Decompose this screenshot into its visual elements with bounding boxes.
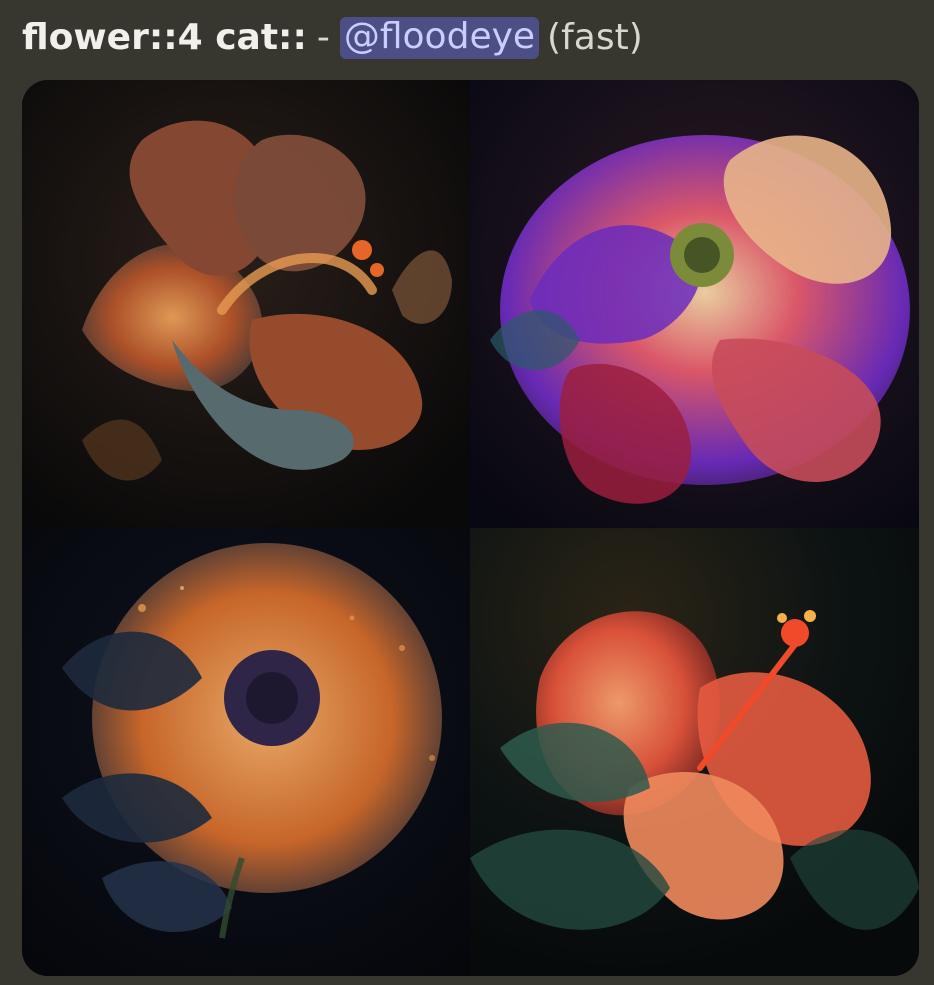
flower-image-1[interactable] — [22, 80, 470, 528]
flower-image-4[interactable] — [470, 528, 919, 976]
separator-text: - — [316, 17, 330, 58]
generation-mode: (fast) — [547, 17, 643, 58]
message-header: flower::4 cat:: - @floodeye (fast) — [22, 8, 643, 68]
prompt-text: flower::4 cat:: — [22, 17, 307, 58]
user-mention[interactable]: @floodeye — [339, 17, 540, 59]
flower-image-3[interactable] — [22, 528, 470, 976]
discord-message: flower::4 cat:: - @floodeye (fast) — [0, 0, 934, 985]
image-grid[interactable] — [22, 80, 919, 976]
flower-image-2[interactable] — [470, 80, 919, 528]
